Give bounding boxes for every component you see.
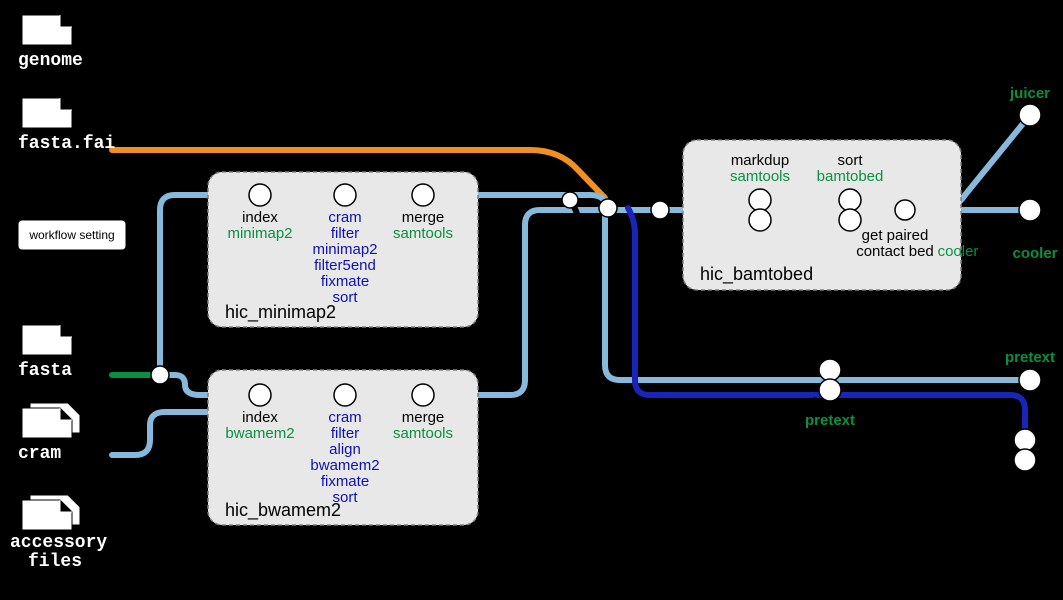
label-markdup-tool: samtools — [730, 168, 790, 185]
file-label-cram: cram — [18, 444, 61, 464]
label-bwa-mid-0: cram — [328, 409, 361, 426]
node-out-juicer — [1019, 104, 1041, 126]
node-out-cooler — [1019, 199, 1041, 221]
node-pretext-out — [1019, 369, 1041, 391]
label-mm2-merge: merge — [402, 209, 445, 226]
file-label-files: files — [28, 552, 82, 572]
label-bwa-merge: merge — [402, 409, 445, 426]
node-pre-junction — [562, 192, 578, 208]
node-minimap2-index — [249, 184, 271, 206]
node-minimap2-mid — [334, 184, 356, 206]
workflow-setting-text: workflow setting — [28, 228, 114, 242]
node-fasta-junction — [151, 366, 169, 384]
label-bwa-mid-3: bwamem2 — [310, 457, 379, 474]
node-bwamem2-merge — [412, 384, 434, 406]
out-juicer: juicer — [1009, 85, 1050, 102]
file-icon-cram — [22, 403, 80, 438]
label-cooler-box: cooler — [938, 243, 979, 260]
node-pretext-lower — [1014, 429, 1036, 471]
label-mm2-mid-0: cram — [328, 209, 361, 226]
node-bwamem2-index — [249, 384, 271, 406]
file-icon-accessory — [22, 495, 80, 530]
file-label-accessory: accessory — [10, 533, 107, 553]
file-label-fastafai: fasta.fai — [18, 134, 115, 154]
label-bwa-mid-4: fixmate — [321, 473, 369, 490]
file-label-genome: genome — [18, 51, 83, 71]
label-sort-tool: bamtobed — [817, 168, 884, 185]
out-pretext: pretext — [1005, 349, 1055, 366]
label-sort: sort — [837, 152, 863, 169]
file-icon-fastafai — [22, 98, 72, 128]
label-mm2-merge-tool: samtools — [393, 225, 453, 242]
label-paired-2: contact bed — [856, 243, 934, 260]
label-bwa-index: index — [242, 409, 278, 426]
out-pretext2: pretext — [805, 412, 855, 429]
label-markdup: markdup — [731, 152, 789, 169]
out-cooler: cooler — [1012, 245, 1057, 262]
node-bamtobed-entry — [651, 201, 669, 219]
node-bwamem2-mid — [334, 384, 356, 406]
label-mm2-mid-4: fixmate — [321, 273, 369, 290]
node-paired — [895, 200, 915, 220]
label-bwa-mid-5: sort — [332, 489, 358, 506]
label-bwa-index-tool: bwamem2 — [225, 425, 294, 442]
label-bwa-merge-tool: samtools — [393, 425, 453, 442]
label-paired-1: get paired — [862, 227, 929, 244]
label-bwa-mid-1: filter — [331, 425, 359, 442]
label-mm2-mid-3: filter5end — [314, 257, 376, 274]
label-mm2-mid-1: filter — [331, 225, 359, 242]
label-mm2-mid-2: minimap2 — [312, 241, 377, 258]
pipeline-diagram: hic_minimap2 hic_bwamem2 hic_bamtobed — [0, 0, 1063, 600]
proc-hic-minimap2-title: hic_minimap2 — [225, 302, 336, 323]
proc-hic-bamtobed-title: hic_bamtobed — [700, 264, 813, 285]
proc-hic-bwamem2-title: hic_bwamem2 — [225, 500, 341, 521]
label-mm2-index: index — [242, 209, 278, 226]
node-minimap2-merge — [412, 184, 434, 206]
file-icon-genome — [22, 15, 72, 45]
file-label-fasta: fasta — [18, 361, 72, 381]
label-bwa-mid-2: align — [329, 441, 361, 458]
file-icon-fasta — [22, 325, 72, 355]
label-mm2-mid-5: sort — [332, 289, 358, 306]
node-main-junction — [599, 199, 617, 217]
label-mm2-index-tool: minimap2 — [227, 225, 292, 242]
